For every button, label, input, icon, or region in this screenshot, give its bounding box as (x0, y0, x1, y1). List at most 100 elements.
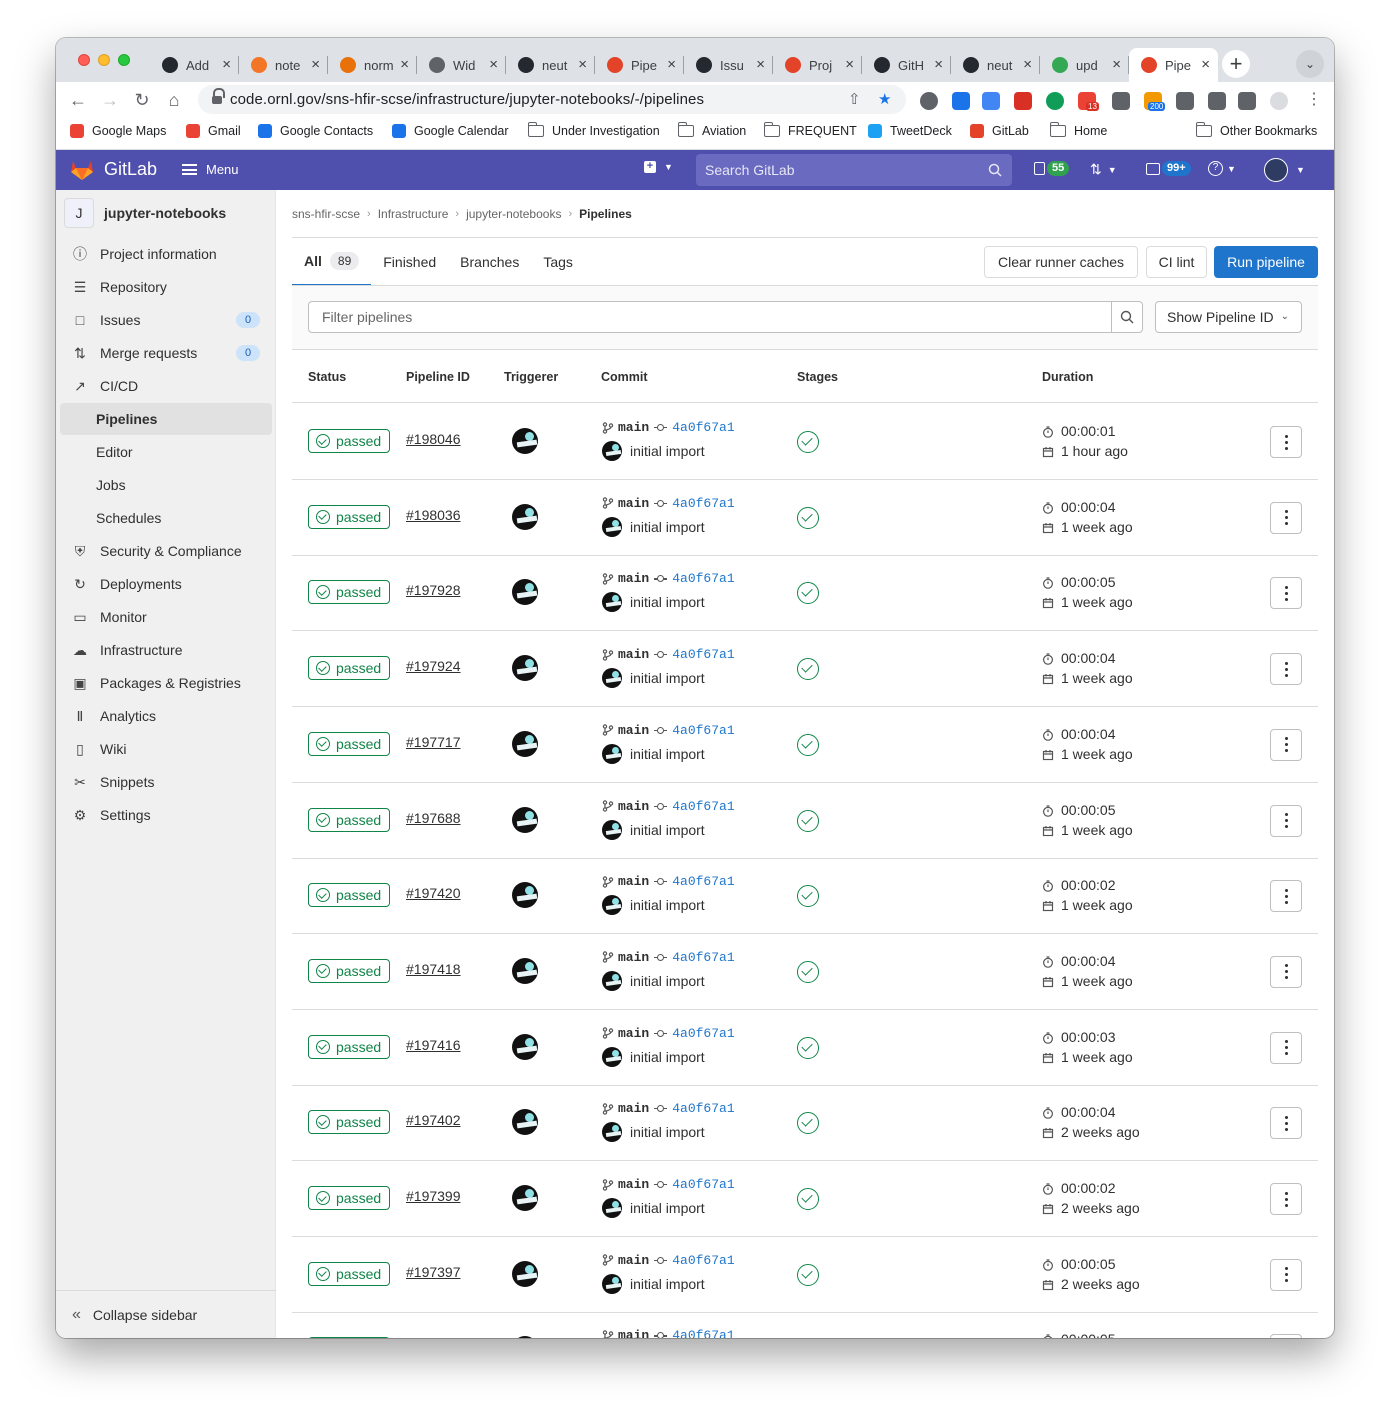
sidebar-item-infrastructure[interactable]: ☁ Infrastructure (60, 634, 272, 666)
ci-lint-button[interactable]: CI lint (1146, 246, 1207, 278)
close-tab-icon[interactable]: × (667, 56, 676, 73)
triggerer-avatar[interactable] (512, 1260, 538, 1287)
more-actions-button[interactable] (1270, 653, 1302, 686)
status-badge[interactable]: passed (308, 731, 390, 756)
search-input[interactable]: Search GitLab (696, 154, 1012, 186)
branch-link[interactable]: main (618, 799, 649, 814)
status-badge[interactable]: passed (308, 1186, 390, 1210)
show-pipeline-id-dropdown[interactable]: Show Pipeline ID ⌄ (1155, 301, 1302, 333)
branch-link[interactable]: main (618, 723, 649, 738)
browser-tab[interactable]: neut × (506, 48, 595, 82)
commit-sha-link[interactable]: 4a0f67a1 (672, 420, 734, 435)
more-actions-button[interactable] (1270, 577, 1302, 610)
commit-message-link[interactable]: initial import (630, 519, 705, 535)
status-badge[interactable]: passed (308, 1337, 390, 1338)
bookmark-item[interactable]: FREQUENT (763, 122, 857, 138)
author-avatar[interactable] (602, 441, 622, 461)
bookmark-item[interactable]: Google Calendar (392, 124, 509, 138)
more-actions-button[interactable] (1270, 426, 1302, 458)
pipeline-id-link[interactable]: #197402 (406, 1112, 461, 1128)
run-pipeline-button[interactable]: Run pipeline (1214, 246, 1318, 278)
sidebar-item-deployments[interactable]: ↻ Deployments (60, 568, 272, 600)
branch-link[interactable]: main (618, 1328, 649, 1338)
stage-passed-icon[interactable] (797, 885, 819, 908)
commit-sha-link[interactable]: 4a0f67a1 (672, 874, 734, 889)
new-dropdown-button[interactable]: + ▼ (644, 161, 673, 173)
pipeline-id-link[interactable]: #197717 (406, 734, 461, 750)
commit-message-link[interactable]: initial import (630, 746, 705, 762)
stage-passed-icon[interactable] (797, 733, 819, 756)
address-bar[interactable]: code.ornl.gov/sns-hfir-scse/infrastructu… (198, 85, 906, 114)
pipeline-id-link[interactable]: #197418 (406, 961, 461, 977)
bookmark-item[interactable]: Aviation (677, 122, 746, 138)
commit-message-link[interactable]: initial import (630, 594, 705, 610)
todos-header-button[interactable]: 99+ (1146, 161, 1191, 176)
triggerer-avatar[interactable] (512, 655, 538, 682)
sidebar-item-monitor[interactable]: ▭ Monitor (60, 601, 272, 633)
sidebar-item-project-information[interactable]: ⓘ Project information (60, 238, 272, 270)
breadcrumb-item[interactable]: jupyter-notebooks (466, 207, 561, 221)
minimize-window-button[interactable] (98, 54, 110, 66)
new-tab-button[interactable]: + (1222, 50, 1250, 78)
menu-button[interactable]: Menu (182, 162, 239, 177)
commit-sha-link[interactable]: 4a0f67a1 (672, 723, 734, 738)
close-tab-icon[interactable]: × (222, 56, 231, 73)
close-tab-icon[interactable]: × (311, 56, 320, 73)
commit-sha-link[interactable]: 4a0f67a1 (672, 1101, 734, 1116)
browser-tab[interactable]: Proj × (773, 48, 862, 82)
status-badge[interactable]: passed (308, 1110, 390, 1135)
branch-link[interactable]: main (618, 1253, 649, 1268)
more-actions-button[interactable] (1270, 880, 1302, 913)
extension-translate-icon[interactable] (982, 92, 1000, 110)
side-panel-icon[interactable] (1238, 92, 1256, 110)
bookmark-item[interactable]: Home (1049, 122, 1107, 138)
browser-tab[interactable]: GitH × (862, 48, 951, 82)
browser-tab[interactable]: Add × (150, 48, 239, 82)
close-tab-icon[interactable]: × (578, 56, 587, 73)
close-tab-icon[interactable]: × (400, 56, 409, 73)
more-actions-button[interactable] (1270, 728, 1302, 761)
commit-sha-link[interactable]: 4a0f67a1 (672, 571, 734, 586)
pipeline-id-link[interactable]: #197416 (406, 1037, 461, 1053)
commit-message-link[interactable]: initial import (630, 973, 705, 989)
bookmark-item[interactable]: Google Maps (70, 124, 166, 138)
tab-all[interactable]: All 89 (292, 238, 372, 286)
pipeline-id-link[interactable]: #197928 (406, 582, 461, 598)
pipeline-id-link[interactable]: #197420 (406, 885, 461, 901)
pipeline-id-link[interactable]: #197924 (406, 658, 461, 674)
triggerer-avatar[interactable] (512, 1033, 538, 1060)
other-bookmarks[interactable]: Other Bookmarks (1195, 122, 1317, 138)
more-actions-button[interactable] (1270, 1107, 1302, 1140)
stage-passed-icon[interactable] (797, 809, 819, 832)
browser-tab[interactable]: note × (239, 48, 328, 82)
browser-tab[interactable]: Issu × (684, 48, 773, 82)
close-tab-icon[interactable]: × (845, 56, 854, 73)
tab-tags[interactable]: Tags (531, 238, 585, 286)
branch-link[interactable]: main (618, 420, 649, 435)
status-badge[interactable]: passed (308, 958, 390, 983)
author-avatar[interactable] (602, 743, 622, 764)
sidebar-item-jobs[interactable]: Jobs (60, 469, 272, 501)
stage-passed-icon[interactable] (797, 582, 819, 605)
commit-message-link[interactable]: initial import (630, 443, 705, 459)
profile-avatar-icon[interactable] (1270, 92, 1288, 110)
pipeline-id-link[interactable]: #198046 (406, 431, 461, 447)
sidebar-item-issues[interactable]: □ Issues 0 (60, 304, 272, 336)
extension-rss-icon[interactable]: 200 (1144, 92, 1166, 111)
breadcrumb-item[interactable]: sns-hfir-scse (292, 207, 360, 221)
tab-search-button[interactable]: ⌄ (1296, 50, 1324, 78)
back-icon[interactable]: ← (64, 86, 92, 114)
chrome-menu-icon[interactable]: ⋮ (1300, 86, 1328, 114)
close-tab-icon[interactable]: × (489, 56, 498, 73)
more-actions-button[interactable] (1270, 501, 1302, 534)
triggerer-avatar[interactable] (512, 1336, 538, 1338)
reload-icon[interactable]: ↻ (128, 86, 156, 114)
status-badge[interactable]: passed (308, 807, 390, 832)
filter-pipelines-input[interactable]: Filter pipelines (308, 301, 1112, 333)
sidebar-item-wiki[interactable]: ▯ Wiki (60, 733, 272, 765)
user-menu-button[interactable]: ▼ (1264, 158, 1305, 182)
extension-globe-icon[interactable] (920, 92, 938, 110)
sidebar-item-snippets[interactable]: ✂ Snippets (60, 766, 272, 798)
commit-message-link[interactable]: initial import (630, 1276, 705, 1292)
stage-passed-icon[interactable] (797, 960, 819, 983)
